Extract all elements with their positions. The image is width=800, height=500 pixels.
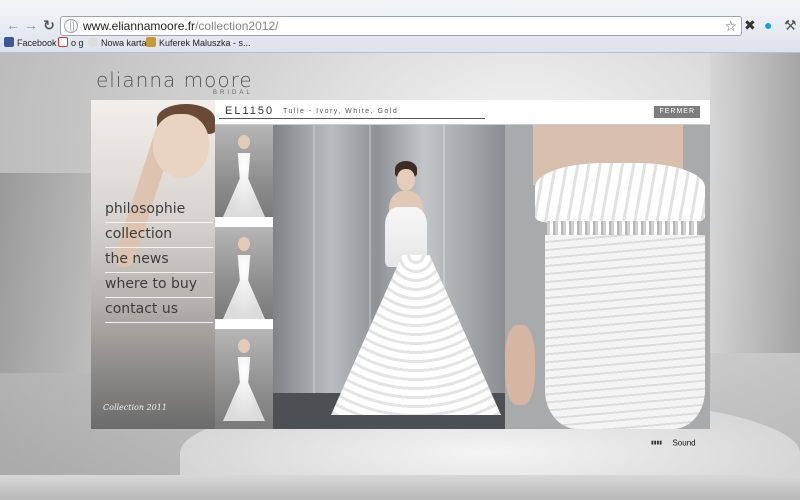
thumbnail-dress xyxy=(223,357,265,421)
bookmark-facebook[interactable]: Facebook xyxy=(4,37,57,50)
navigation-bar: ← → ↻ www.eliannamoore.fr/collection2012… xyxy=(0,14,800,38)
new-tab-icon xyxy=(88,37,98,47)
forward-arrow-icon[interactable]: → xyxy=(22,16,40,34)
bookmark-label: o g xyxy=(71,38,84,48)
product-fabric: Tulle - Ivory, White, Gold xyxy=(283,108,399,115)
bookmark-icon xyxy=(146,37,156,47)
thumbnail-dress xyxy=(223,255,265,319)
thumbnail-head xyxy=(238,237,250,251)
bodice-ruffles xyxy=(535,163,705,223)
address-bar[interactable]: www.eliannamoore.fr/collection2012/ ☆ xyxy=(60,16,742,36)
site-logo[interactable]: elianna moore BRIDAL xyxy=(96,68,253,96)
bookmark-label: Nowa karta xyxy=(101,38,147,48)
background-drape xyxy=(710,53,800,353)
bookmark-kuferek[interactable]: Kuferek Maluszka - s... xyxy=(146,37,251,50)
thumbnail-back[interactable] xyxy=(215,227,273,319)
side-navigation: philosophie collection the news where to… xyxy=(91,100,215,429)
close-x-icon[interactable]: ✖ xyxy=(744,16,756,34)
bride-head xyxy=(397,169,415,191)
url-domain: www.eliannamoore.fr xyxy=(83,19,196,33)
sound-label: Sound xyxy=(672,438,696,448)
main-menu: philosophie collection the news where to… xyxy=(105,198,213,323)
wrench-icon[interactable]: ⚒ xyxy=(784,16,797,34)
curtain-fold xyxy=(313,125,315,429)
beaded-waistband xyxy=(547,221,699,235)
bookmark-label: Kuferek Maluszka - s... xyxy=(159,38,251,48)
sound-toggle[interactable]: ▮▮▮▮ Sound xyxy=(651,434,696,452)
menu-item-contact-us[interactable]: contact us xyxy=(105,298,213,323)
taskbar xyxy=(0,475,800,500)
thumbnail-strip xyxy=(215,125,273,429)
bookmark-nowa-karta[interactable]: Nowa karta xyxy=(88,37,147,50)
model-portrait xyxy=(153,114,209,178)
close-button[interactable]: FERMER xyxy=(654,106,700,118)
logo-name: elianna moore xyxy=(96,68,253,92)
browser-chrome: ← → ↻ www.eliannamoore.fr/collection2012… xyxy=(0,0,800,53)
url-text[interactable]: www.eliannamoore.fr/collection2012/ xyxy=(83,19,278,33)
thumbnail-front[interactable] xyxy=(215,125,273,217)
model-hand xyxy=(505,325,535,405)
collection-watermark: Collection 2011 xyxy=(103,403,167,412)
menu-item-philosophie[interactable]: philosophie xyxy=(105,198,213,223)
sound-bars-icon: ▮▮▮▮ xyxy=(651,439,663,446)
pleated-bodice xyxy=(545,235,705,429)
skype-icon[interactable]: ● xyxy=(764,16,772,34)
detail-dress-photo xyxy=(505,125,710,429)
thumbnail-detail[interactable] xyxy=(215,329,273,429)
collection-panel: philosophie collection the news where to… xyxy=(91,100,710,429)
product-code: EL1150 xyxy=(225,105,275,117)
thumbnail-head xyxy=(238,135,250,149)
menu-item-collection[interactable]: collection xyxy=(105,223,213,248)
product-header: EL1150 Tulle - Ivory, White, Gold FERMER xyxy=(215,100,710,125)
back-arrow-icon[interactable]: ← xyxy=(4,16,22,34)
url-path: /collection2012/ xyxy=(195,19,279,33)
dress-skirt xyxy=(331,255,501,415)
bookmarks-bar: Facebook o g Nowa karta Kuferek Maluszka… xyxy=(0,37,800,51)
main-dress-photo xyxy=(273,125,505,429)
thumbnail-dress xyxy=(223,153,265,217)
star-icon[interactable]: ☆ xyxy=(724,18,737,35)
gmail-icon xyxy=(58,37,68,47)
header-divider xyxy=(219,118,485,119)
bookmark-label: Facebook xyxy=(17,38,57,48)
reload-icon[interactable]: ↻ xyxy=(40,16,58,34)
menu-item-where-to-buy[interactable]: where to buy xyxy=(105,273,213,298)
thumbnail-head xyxy=(238,339,250,353)
facebook-icon xyxy=(4,37,14,47)
menu-item-the-news[interactable]: the news xyxy=(105,248,213,273)
bookmark-gmail[interactable]: o g xyxy=(58,37,84,50)
globe-icon xyxy=(64,19,78,33)
